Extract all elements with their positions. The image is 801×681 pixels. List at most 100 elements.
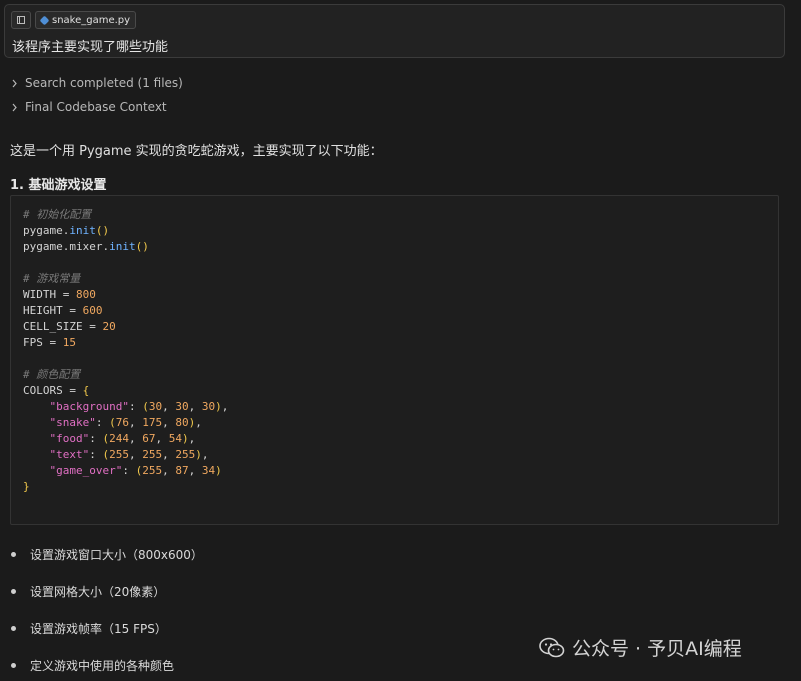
code-number: 800: [75, 288, 96, 301]
code-number: 600: [82, 304, 103, 317]
prompt-question: 该程序主要实现了哪些功能: [12, 40, 169, 55]
code-colon: :: [122, 464, 136, 477]
search-completed-label: Search completed (1 files): [25, 76, 183, 90]
code-comma: ,: [201, 448, 209, 461]
file-pill-label: snake_game.py: [52, 14, 131, 26]
code-comment: # 颜色配置: [23, 368, 81, 381]
code-color-entry: "snake": (76, 175, 80),: [23, 415, 766, 431]
code-line: CELL_SIZE = 20: [23, 319, 766, 335]
code-comma: ,: [128, 416, 143, 429]
code-token: COLORS =: [23, 384, 83, 397]
python-file-icon: [39, 15, 50, 25]
code-colon: :: [89, 448, 103, 461]
code-comma: ,: [221, 400, 229, 413]
code-color-entry: "game_over": (255, 87, 34): [23, 463, 766, 479]
code-string: "background": [49, 400, 129, 413]
code-line: COLORS = {: [23, 383, 766, 399]
code-comma: ,: [155, 432, 169, 445]
code-string: "snake": [49, 416, 96, 429]
list-item-text: 定义游戏中使用的各种颜色: [30, 658, 175, 673]
codebase-context-row[interactable]: Final Codebase Context: [10, 100, 167, 114]
code-paren: ): [182, 432, 189, 445]
prompt-box: snake_game.py 该程序主要实现了哪些功能: [4, 4, 785, 58]
code-number: 30: [175, 400, 189, 413]
file-pill[interactable]: snake_game.py: [35, 11, 137, 29]
wechat-icon: [539, 637, 565, 657]
code-paren: ): [215, 400, 222, 413]
code-comma: ,: [162, 464, 176, 477]
code-paren: (): [135, 240, 149, 253]
search-completed-row[interactable]: Search completed (1 files): [10, 76, 183, 90]
code-string: "text": [49, 448, 90, 461]
code-number: 54: [168, 432, 182, 445]
code-color-entry: "food": (244, 67, 54),: [23, 431, 766, 447]
chevron-right-icon: [12, 103, 17, 111]
code-number: 30: [148, 400, 163, 413]
list-item-text: 设置游戏窗口大小（800x600）: [30, 547, 203, 562]
code-token: pygame.: [23, 224, 70, 237]
feature-list: 设置游戏窗口大小（800x600） 设置网格大小（20像素） 设置游戏帧率（15…: [10, 546, 203, 681]
code-comma: ,: [188, 464, 202, 477]
watermark: 公众号 · 予贝AI编程: [538, 634, 742, 661]
section-title: 1. 基础游戏设置: [10, 178, 107, 193]
code-number: 67: [142, 432, 156, 445]
code-paren: (): [95, 224, 110, 237]
bullet-dot: [11, 662, 16, 668]
bullet-dot: [11, 625, 16, 631]
code-number: 244: [109, 432, 129, 445]
code-color-entry: "background": (30, 30, 30),: [23, 399, 766, 415]
code-paren: (: [142, 400, 149, 413]
list-item-text: 设置网格大小（20像素）: [30, 584, 166, 599]
codebase-context-label: Final Codebase Context: [25, 100, 167, 114]
code-number: 255: [175, 448, 196, 461]
code-number: 15: [62, 336, 76, 349]
code-comma: ,: [162, 400, 176, 413]
code-number: 80: [175, 416, 189, 429]
code-comma: ,: [188, 400, 202, 413]
code-string: "food": [49, 432, 90, 445]
code-number: 87: [175, 464, 189, 477]
add-context-button[interactable]: [11, 11, 31, 29]
list-item: 设置游戏窗口大小（800x600）: [10, 546, 203, 562]
code-brace: {: [82, 384, 90, 397]
code-comma: ,: [162, 416, 176, 429]
code-color-entry: "text": (255, 255, 255),: [23, 447, 766, 463]
code-line: FPS = 15: [23, 335, 766, 351]
code-comma: ,: [129, 448, 143, 461]
bullet-dot: [11, 551, 16, 557]
code-token: WIDTH =: [23, 288, 76, 301]
code-comment: # 初始化配置: [23, 208, 92, 221]
code-string: "game_over": [49, 464, 123, 477]
code-number: 30: [201, 400, 216, 413]
code-token: FPS =: [23, 336, 63, 349]
code-line: HEIGHT = 600: [23, 303, 766, 319]
code-colon: :: [89, 432, 103, 445]
code-token: pygame.mixer.: [23, 240, 110, 253]
code-number: 175: [142, 416, 163, 429]
code-number: 76: [115, 416, 129, 429]
code-colon: :: [95, 416, 110, 429]
code-comment: # 游戏常量: [23, 272, 81, 285]
code-paren: ): [195, 448, 202, 461]
code-number: 34: [201, 464, 216, 477]
code-number: 255: [142, 464, 163, 477]
code-token: HEIGHT =: [23, 304, 83, 317]
code-block[interactable]: # 初始化配置 pygame.init() pygame.mixer.init(…: [10, 195, 779, 525]
files-icon: [17, 16, 25, 24]
chevron-right-icon: [12, 79, 17, 87]
code-line: WIDTH = 800: [23, 287, 766, 303]
watermark-text: 公众号 · 予贝AI编程: [572, 638, 742, 660]
color-entries: "background": (30, 30, 30), "snake": (76…: [23, 399, 766, 479]
code-comma: ,: [162, 448, 176, 461]
list-item: 设置游戏帧率（15 FPS）: [10, 620, 203, 636]
code-number: 20: [102, 320, 116, 333]
code-colon: :: [128, 400, 143, 413]
bullet-dot: [11, 588, 16, 594]
